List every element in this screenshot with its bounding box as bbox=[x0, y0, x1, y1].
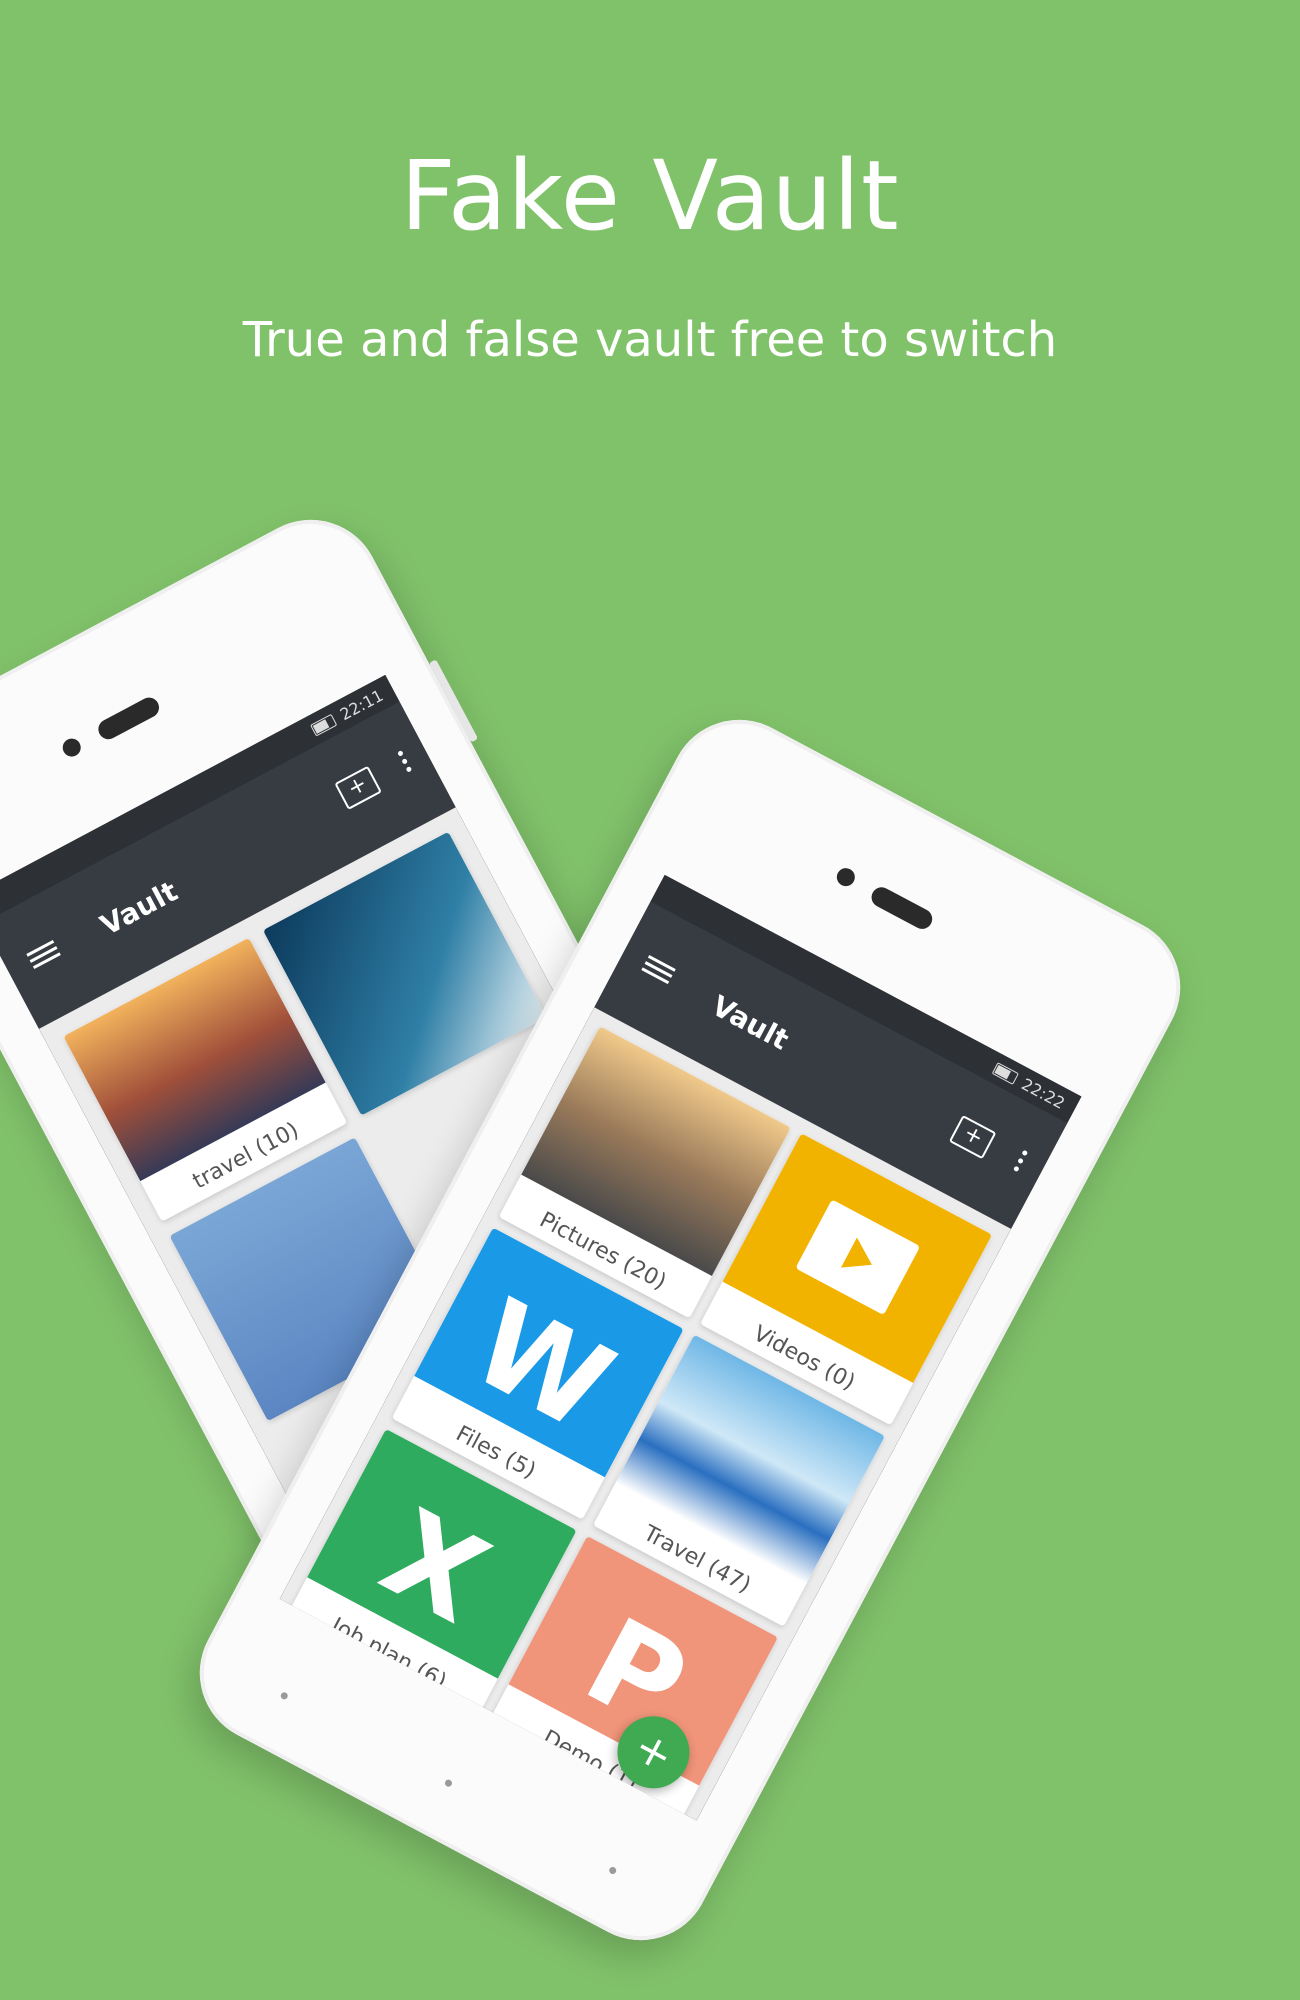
more-vertical-icon[interactable] bbox=[395, 745, 417, 776]
new-folder-icon[interactable]: + bbox=[334, 765, 382, 810]
app-title: Vault bbox=[95, 874, 183, 943]
hamburger-menu-icon[interactable] bbox=[640, 951, 678, 986]
page-title: Fake Vault bbox=[400, 140, 900, 252]
app-title: Vault bbox=[706, 989, 795, 1057]
nav-dot bbox=[443, 1778, 454, 1788]
page-subtitle: True and false vault free to switch bbox=[242, 312, 1058, 368]
battery-icon bbox=[309, 713, 338, 737]
earpiece bbox=[94, 694, 163, 743]
earpiece bbox=[868, 883, 936, 933]
battery-icon bbox=[991, 1061, 1020, 1085]
more-vertical-icon[interactable] bbox=[1011, 1146, 1033, 1177]
nav-dot bbox=[607, 1865, 618, 1876]
volume-button bbox=[428, 659, 479, 743]
front-camera bbox=[833, 864, 859, 890]
front-camera bbox=[59, 735, 84, 760]
new-folder-icon[interactable]: + bbox=[948, 1114, 997, 1160]
hamburger-menu-icon[interactable] bbox=[24, 936, 62, 971]
nav-dot bbox=[279, 1691, 289, 1701]
